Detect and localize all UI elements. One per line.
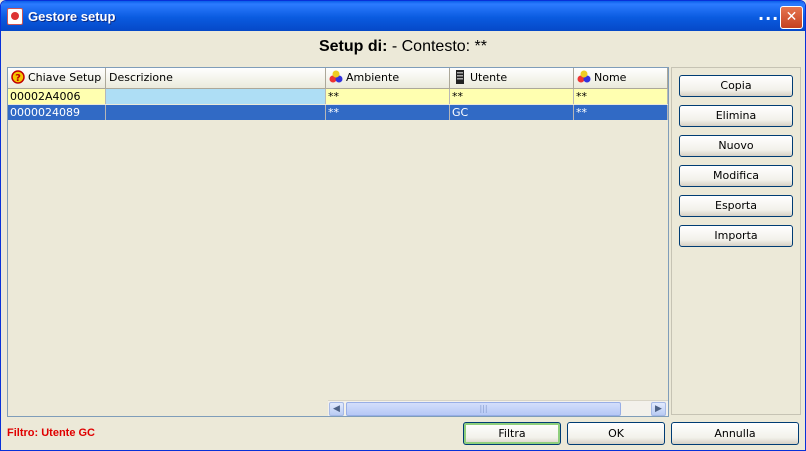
heading-label: Setup di: <box>318 38 388 55</box>
colored-balls-icon <box>329 70 343 84</box>
column-header-nome[interactable]: Nome <box>574 68 668 88</box>
cell-utente: GC <box>450 105 574 120</box>
column-header-utente[interactable]: Utente <box>450 68 574 88</box>
title-menu-button[interactable]: ... <box>758 5 779 24</box>
column-header-chiave-setup[interactable]: ? Chiave Setup <box>8 68 106 88</box>
cell-nome: ** <box>574 105 668 120</box>
column-label: Chiave Setup <box>28 71 102 84</box>
horizontal-scrollbar[interactable]: ◀ ||| ▶ <box>328 400 668 416</box>
scroll-right-icon[interactable]: ▶ <box>651 402 666 416</box>
cell-chiave: 00002A4006 <box>8 89 106 104</box>
close-button[interactable]: ✕ <box>780 6 803 29</box>
cell-ambiente: ** <box>326 105 450 120</box>
colored-balls-icon <box>577 70 591 84</box>
cell-ambiente: ** <box>326 89 450 104</box>
setup-table[interactable]: ? Chiave Setup Descrizione Ambiente Uten… <box>7 67 669 417</box>
svg-text:?: ? <box>15 73 21 84</box>
cell-chiave: 0000024089 <box>8 105 106 120</box>
cell-descrizione <box>106 105 326 120</box>
column-header-descrizione[interactable]: Descrizione <box>106 68 326 88</box>
java-app-icon <box>7 8 23 25</box>
column-label: Nome <box>594 71 627 84</box>
heading-context: - Contesto: ** <box>387 38 488 55</box>
column-label: Ambiente <box>346 71 400 84</box>
setup-manager-window: Gestore setup ... ✕ Setup di: - Contesto… <box>0 0 806 451</box>
cell-nome: ** <box>574 89 668 104</box>
scrollbar-thumb[interactable]: ||| <box>346 402 621 416</box>
cell-utente: ** <box>450 89 574 104</box>
copia-button[interactable]: Copia <box>679 75 793 97</box>
user-server-icon <box>453 70 467 84</box>
importa-button[interactable]: Importa <box>679 225 793 247</box>
window-title: Gestore setup <box>28 9 116 24</box>
filter-status: Filtro: Utente GC <box>7 427 95 439</box>
table-row-selected[interactable]: 0000024089 ** GC ** <box>8 105 668 120</box>
table-row[interactable]: 00002A4006 ** ** ** <box>8 89 668 104</box>
page-heading: Setup di: - Contesto: ** <box>1 38 805 56</box>
filtra-button[interactable]: Filtra <box>463 422 561 445</box>
elimina-button[interactable]: Elimina <box>679 105 793 127</box>
column-label: Descrizione <box>109 71 173 84</box>
action-panel: Copia Elimina Nuovo Modifica Esporta Imp… <box>671 67 801 415</box>
title-bar[interactable]: Gestore setup ... ✕ <box>1 1 805 31</box>
cell-descrizione[interactable] <box>106 89 326 104</box>
modifica-button[interactable]: Modifica <box>679 165 793 187</box>
esporta-button[interactable]: Esporta <box>679 195 793 217</box>
nuovo-button[interactable]: Nuovo <box>679 135 793 157</box>
table-header: ? Chiave Setup Descrizione Ambiente Uten… <box>8 68 668 89</box>
annulla-button[interactable]: Annulla <box>671 422 799 445</box>
ok-button[interactable]: OK <box>567 422 665 445</box>
column-header-ambiente[interactable]: Ambiente <box>326 68 450 88</box>
column-label: Utente <box>470 71 508 84</box>
question-icon: ? <box>11 70 25 84</box>
scroll-left-icon[interactable]: ◀ <box>329 402 344 416</box>
